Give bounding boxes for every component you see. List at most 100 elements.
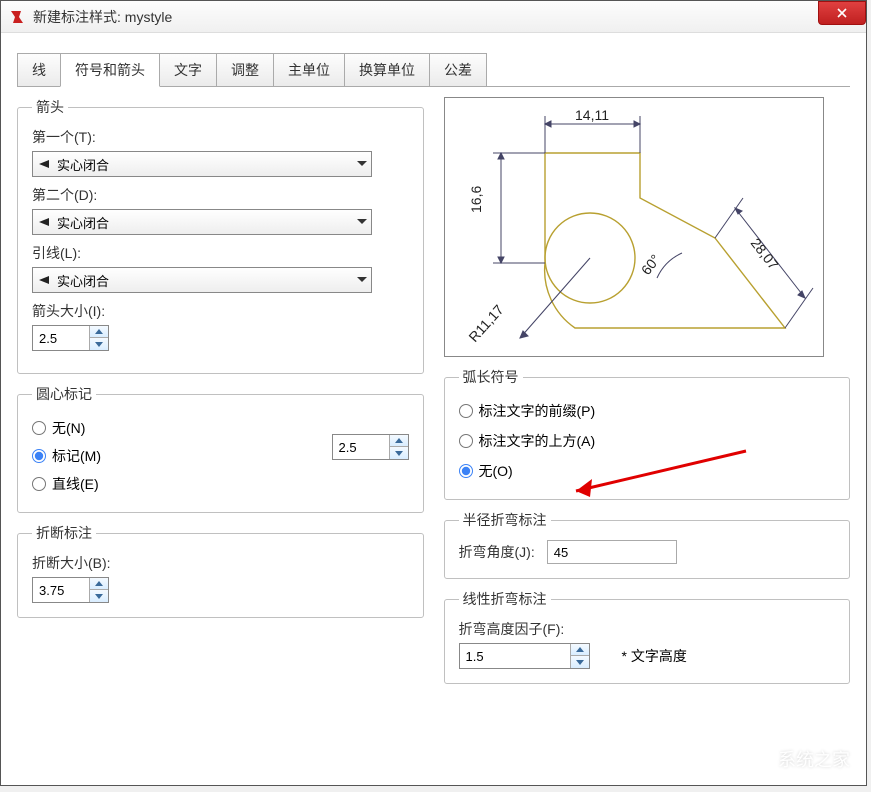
second-arrow-value: 实心闭合 (57, 213, 109, 232)
titlebar: 新建标注样式: mystyle (1, 1, 866, 33)
preview-drawing: 14,11 16,6 28,07 60° R11,17 (445, 98, 824, 357)
arrow-filled-icon (39, 216, 51, 228)
first-arrow-dropdown[interactable]: 实心闭合 (32, 151, 372, 177)
arrow-size-spinner[interactable] (32, 325, 109, 351)
tab-tolerances[interactable]: 公差 (429, 53, 487, 86)
radius-jog-legend: 半径折弯标注 (459, 510, 551, 530)
dim-break-legend: 折断标注 (32, 523, 96, 543)
chevron-down-icon (357, 277, 367, 283)
close-icon (836, 7, 848, 19)
center-mark-legend: 圆心标记 (32, 384, 96, 404)
dim-break-group: 折断标注 折断大小(B): (17, 523, 424, 618)
arrow-size-input[interactable] (33, 326, 89, 350)
leader-arrow-label: 引线(L): (32, 243, 409, 263)
center-line-radio[interactable]: 直线(E) (32, 470, 292, 498)
first-arrow-value: 实心闭合 (57, 155, 109, 174)
arrow-filled-icon (39, 274, 51, 286)
window-title: 新建标注样式: mystyle (33, 7, 172, 27)
svg-text:28,07: 28,07 (747, 235, 781, 273)
break-size-spinner[interactable] (32, 577, 109, 603)
center-size-spinner[interactable] (332, 434, 409, 460)
radio-input[interactable] (32, 477, 46, 491)
preview-pane: 14,11 16,6 28,07 60° R11,17 (444, 97, 824, 357)
break-size-label: 折断大小(B): (32, 553, 409, 573)
chevron-up-icon (395, 438, 403, 443)
center-mark-radio[interactable]: 标记(M) (32, 442, 292, 470)
svg-text:16,6: 16,6 (468, 186, 484, 213)
radio-input[interactable] (459, 434, 473, 448)
left-column: 箭头 第一个(T): 实心闭合 第二个(D): 实心闭合 (17, 97, 424, 684)
jog-height-input[interactable] (460, 644, 570, 668)
dialog-window: 新建标注样式: mystyle 线 符号和箭头 文字 调整 主单位 换算单位 公… (0, 0, 867, 786)
tab-fit[interactable]: 调整 (216, 53, 274, 86)
house-icon (744, 745, 772, 773)
center-mark-label: 标记(M) (52, 446, 101, 466)
tab-symbols-arrows[interactable]: 符号和箭头 (60, 53, 160, 87)
break-size-input[interactable] (33, 578, 89, 602)
arrowheads-group: 箭头 第一个(T): 实心闭合 第二个(D): 实心闭合 (17, 97, 424, 374)
radio-input[interactable] (32, 449, 46, 463)
chevron-down-icon (95, 342, 103, 347)
linear-jog-group: 线性折弯标注 折弯高度因子(F): * 文字高度 (444, 589, 851, 684)
arc-symbol-legend: 弧长符号 (459, 367, 523, 387)
watermark: 系统之家 (744, 745, 850, 773)
spinner-up[interactable] (390, 435, 408, 447)
arrow-filled-icon (39, 158, 51, 170)
second-arrow-dropdown[interactable]: 实心闭合 (32, 209, 372, 235)
spinner-up[interactable] (90, 326, 108, 338)
arc-above-radio[interactable]: 标注文字的上方(A) (459, 427, 836, 455)
svg-text:14,11: 14,11 (575, 107, 609, 123)
app-icon (9, 9, 25, 25)
center-none-radio[interactable]: 无(N) (32, 414, 292, 442)
arc-none-radio[interactable]: 无(O) (459, 457, 836, 485)
chevron-down-icon (357, 161, 367, 167)
chevron-down-icon (395, 451, 403, 456)
arc-symbol-group: 弧长符号 标注文字的前缀(P) 标注文字的上方(A) 无(O) (444, 367, 851, 500)
arc-prefix-label: 标注文字的前缀(P) (479, 401, 596, 421)
spinner-down[interactable] (90, 338, 108, 350)
leader-arrow-value: 实心闭合 (57, 271, 109, 290)
tab-text[interactable]: 文字 (159, 53, 217, 86)
radio-input[interactable] (459, 464, 473, 478)
spinner-down[interactable] (571, 656, 589, 668)
arrow-size-label: 箭头大小(I): (32, 301, 409, 321)
chevron-up-icon (576, 647, 584, 652)
dialog-content: 线 符号和箭头 文字 调整 主单位 换算单位 公差 箭头 第一个(T): 实心闭… (1, 33, 866, 785)
radio-input[interactable] (459, 404, 473, 418)
close-button[interactable] (818, 1, 866, 25)
jog-height-suffix: * 文字高度 (622, 646, 687, 666)
chevron-down-icon (357, 219, 367, 225)
first-arrow-label: 第一个(T): (32, 127, 409, 147)
arc-prefix-radio[interactable]: 标注文字的前缀(P) (459, 397, 836, 425)
center-mark-group: 圆心标记 无(N) 标记(M) (17, 384, 424, 513)
linear-jog-legend: 线性折弯标注 (459, 589, 551, 609)
center-line-label: 直线(E) (52, 474, 99, 494)
chevron-up-icon (95, 329, 103, 334)
jog-height-spinner[interactable] (459, 643, 590, 669)
center-none-label: 无(N) (52, 418, 85, 438)
watermark-text: 系统之家 (778, 746, 850, 772)
arc-none-label: 无(O) (479, 461, 513, 481)
svg-text:R11,17: R11,17 (465, 301, 507, 345)
tab-lines[interactable]: 线 (17, 53, 61, 86)
center-size-input[interactable] (333, 435, 389, 459)
spinner-up[interactable] (571, 644, 589, 656)
tab-alternate-units[interactable]: 换算单位 (344, 53, 430, 86)
tab-body: 箭头 第一个(T): 实心闭合 第二个(D): 实心闭合 (17, 87, 850, 684)
arrowheads-legend: 箭头 (32, 97, 68, 117)
second-arrow-label: 第二个(D): (32, 185, 409, 205)
chevron-down-icon (576, 660, 584, 665)
arc-above-label: 标注文字的上方(A) (479, 431, 596, 451)
jog-angle-input[interactable] (547, 540, 677, 564)
spinner-down[interactable] (390, 447, 408, 459)
jog-height-label: 折弯高度因子(F): (459, 619, 836, 639)
spinner-down[interactable] (90, 590, 108, 602)
leader-arrow-dropdown[interactable]: 实心闭合 (32, 267, 372, 293)
jog-angle-label: 折弯角度(J): (459, 542, 535, 562)
tab-primary-units[interactable]: 主单位 (273, 53, 345, 86)
spinner-up[interactable] (90, 578, 108, 590)
chevron-down-icon (95, 594, 103, 599)
radio-input[interactable] (32, 421, 46, 435)
right-column: 14,11 16,6 28,07 60° R11,17 弧长符号 标注文字的前缀… (444, 97, 851, 684)
tabs: 线 符号和箭头 文字 调整 主单位 换算单位 公差 (17, 53, 850, 87)
